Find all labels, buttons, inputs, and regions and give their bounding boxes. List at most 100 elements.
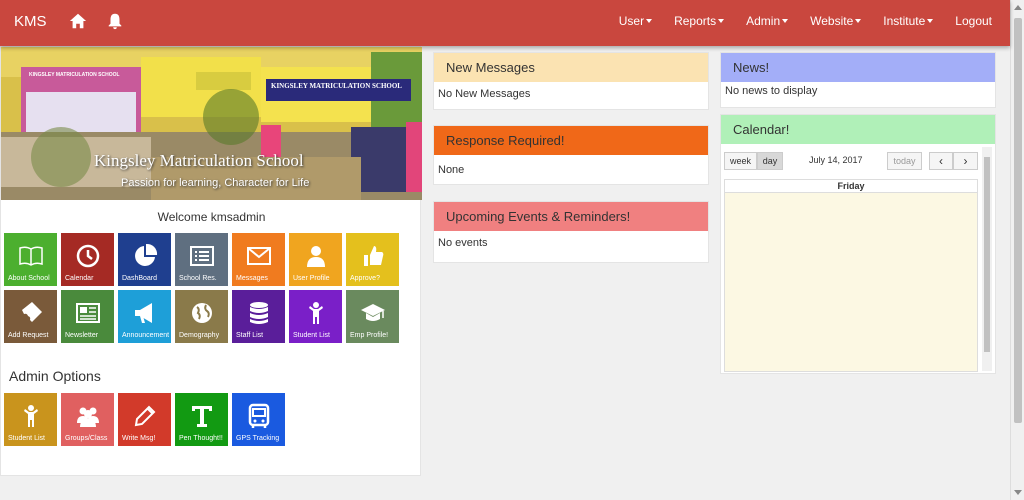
nav-logout[interactable]: Logout <box>955 14 992 28</box>
school-name-title: Kingsley Matriculation School <box>94 151 304 170</box>
tile-label: Calendar <box>65 275 94 282</box>
scroll-down-arrow-icon[interactable] <box>1014 490 1022 495</box>
calendar-week-button[interactable]: week <box>724 152 757 170</box>
tile-label: GPS Tracking <box>236 435 280 442</box>
thumbs-up-icon <box>346 243 399 274</box>
tile-calendar[interactable]: Calendar <box>61 233 114 286</box>
top-navbar: KMS User Reports Admin Website Institute… <box>0 0 1010 46</box>
calendar-next-icon[interactable]: › <box>953 152 978 170</box>
response-required-panel: Response Required! None <box>433 125 709 185</box>
response-required-header: Response Required! <box>434 126 708 155</box>
calendar-today-button[interactable]: today <box>887 152 922 170</box>
tile-staff-list[interactable]: Staff List <box>232 290 285 343</box>
caret-down-icon <box>927 19 934 23</box>
envelope-icon <box>232 243 285 274</box>
tile-newsletter[interactable]: Newsletter <box>61 290 114 343</box>
new-messages-panel: New Messages No New Messages <box>433 52 709 110</box>
tile-label: Write Msg! <box>122 435 156 442</box>
home-icon[interactable] <box>69 12 87 30</box>
tile-label: Newsletter <box>65 332 99 339</box>
upcoming-events-header: Upcoming Events & Reminders! <box>434 202 708 231</box>
tile-school-res[interactable]: School Res. <box>175 233 228 286</box>
calendar-scroll-thumb[interactable] <box>984 157 990 352</box>
pencil-icon <box>118 403 171 434</box>
response-required-body: None <box>438 164 465 176</box>
tile-write-msg[interactable]: Write Msg! <box>118 393 171 446</box>
ticket-icon <box>4 300 57 331</box>
caret-down-icon <box>646 19 653 23</box>
page-scrollbar[interactable] <box>1010 0 1024 500</box>
tile-emp-profile[interactable]: Emp Profile! <box>346 290 399 343</box>
calendar-header: Calendar! <box>721 115 995 144</box>
tile-gps-tracking[interactable]: GPS Tracking <box>232 393 285 446</box>
tile-about-school[interactable]: About School <box>4 233 57 286</box>
nav-institute-label: Institute <box>883 14 926 28</box>
tile-label: DashBoard <box>122 275 158 282</box>
nav-user[interactable]: User <box>619 14 653 28</box>
brand-logo[interactable]: KMS <box>14 13 47 30</box>
book-icon <box>4 243 57 274</box>
text-icon <box>175 403 228 434</box>
caret-down-icon <box>782 19 789 23</box>
calendar-day-grid[interactable]: Friday <box>724 179 978 372</box>
pie-chart-icon <box>118 243 171 274</box>
calendar-day-header: Friday <box>725 180 977 193</box>
tile-groups-class[interactable]: Groups/Class <box>61 393 114 446</box>
school-sign-text: KINGSLEY MATRICULATION SCHOOL <box>271 82 402 90</box>
tile-label: User Profile <box>293 275 330 282</box>
nav-admin-label: Admin <box>746 14 781 28</box>
nav-website[interactable]: Website <box>810 14 862 28</box>
tile-announcement[interactable]: Announcement <box>118 290 171 343</box>
child-icon <box>4 403 57 434</box>
tile-dashboard[interactable]: DashBoard <box>118 233 171 286</box>
tile-demography[interactable]: Demography <box>175 290 228 343</box>
nav-reports-label: Reports <box>674 14 717 28</box>
user-icon <box>289 243 342 274</box>
tile-label: Approve? <box>350 275 380 282</box>
tile-approve[interactable]: Approve? <box>346 233 399 286</box>
news-header: News! <box>721 53 995 82</box>
nav-website-label: Website <box>810 14 854 28</box>
upcoming-events-body: No events <box>438 237 488 249</box>
calendar-prev-icon[interactable]: ‹ <box>929 152 953 170</box>
caret-down-icon <box>718 19 725 23</box>
scroll-up-arrow-icon[interactable] <box>1014 5 1022 10</box>
tile-pen-thought[interactable]: Pen Thought!! <box>175 393 228 446</box>
tile-label: Student List <box>8 435 45 442</box>
new-messages-body: No New Messages <box>438 88 531 100</box>
school-panel: KINGSLEY MATRICULATION SCHOOL KINGSLEY M… <box>0 46 422 476</box>
tile-label: Demography <box>179 332 220 339</box>
nav-reports[interactable]: Reports <box>674 14 725 28</box>
school-small-sign-text: KINGSLEY MATRICULATION SCHOOL <box>29 72 120 78</box>
tile-label: Staff List <box>236 332 264 339</box>
welcome-message: Welcome kmsadmin <box>157 210 266 224</box>
megaphone-icon <box>118 300 171 331</box>
tile-user-profile[interactable]: User Profile <box>289 233 342 286</box>
users-icon <box>61 403 114 434</box>
calendar-scrollbar[interactable] <box>982 147 992 371</box>
tile-label: Groups/Class <box>65 435 108 442</box>
newspaper-icon <box>61 300 114 331</box>
tile-label: Student List <box>293 332 330 339</box>
news-body: No news to display <box>725 85 818 97</box>
calendar-day-button[interactable]: day <box>757 152 783 170</box>
caret-down-icon <box>855 19 862 23</box>
tile-student-list[interactable]: Student List <box>4 393 57 446</box>
tile-label: Add Request <box>8 332 49 339</box>
nav-institute[interactable]: Institute <box>883 14 934 28</box>
school-banner-image: KINGSLEY MATRICULATION SCHOOL KINGSLEY M… <box>1 47 422 200</box>
nav-admin[interactable]: Admin <box>746 14 789 28</box>
tile-label: Emp Profile! <box>350 332 389 339</box>
bell-icon[interactable] <box>106 12 124 30</box>
tile-student-list[interactable]: Student List <box>289 290 342 343</box>
scroll-thumb[interactable] <box>1014 18 1022 423</box>
clock-icon <box>61 243 114 274</box>
tile-messages[interactable]: Messages <box>232 233 285 286</box>
school-motto: Passion for learning, Character for Life <box>121 177 310 189</box>
tile-label: About School <box>8 275 50 282</box>
upcoming-events-panel: Upcoming Events & Reminders! No events <box>433 201 709 263</box>
tile-add-request[interactable]: Add Request <box>4 290 57 343</box>
admin-options-heading: Admin Options <box>9 368 101 384</box>
graduation-cap-icon <box>346 300 399 331</box>
tile-label: Announcement <box>122 332 170 339</box>
